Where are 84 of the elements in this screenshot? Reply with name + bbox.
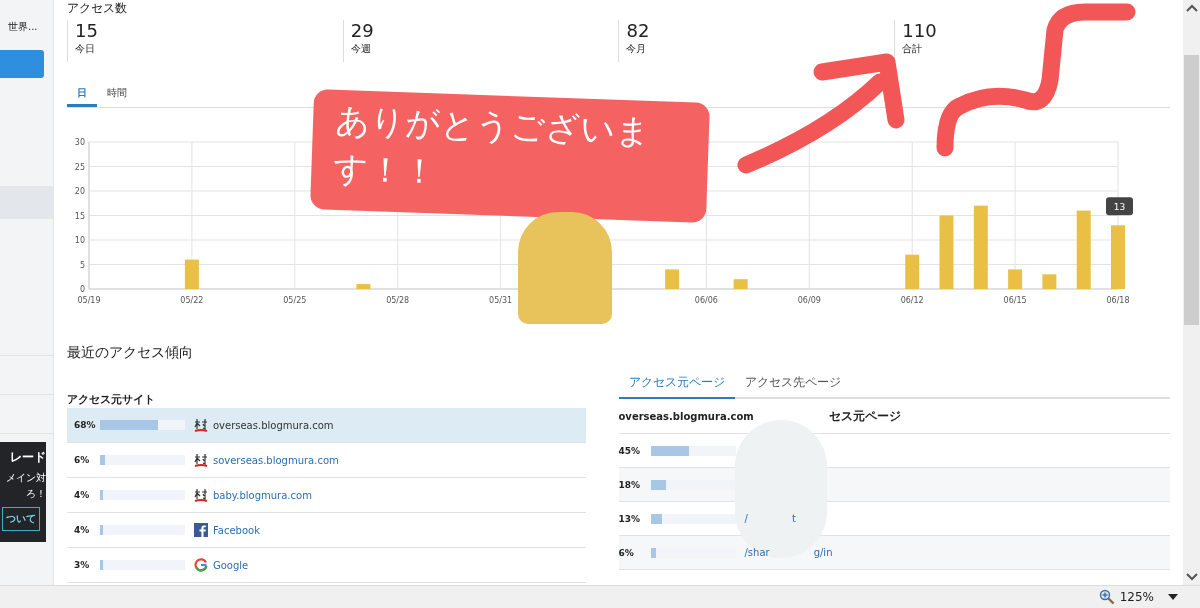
panel-title: セス元ページ xyxy=(828,407,901,425)
stat-value: 82 xyxy=(626,20,651,42)
scrollbar[interactable] xyxy=(1183,0,1200,585)
x-tick-label: 06/15 xyxy=(1003,296,1027,305)
bar xyxy=(356,284,371,289)
share-value: 13% xyxy=(618,513,642,524)
bubble-text: ありがとうございます！！ xyxy=(332,98,652,194)
x-tick-label: 06/12 xyxy=(900,296,924,305)
village-logo-icon xyxy=(193,487,208,503)
page-link[interactable]: /shar xyxy=(744,547,770,558)
y-tick-label: 20 xyxy=(74,187,85,196)
site-link[interactable]: Google xyxy=(212,559,249,571)
stat-value: 15 xyxy=(74,20,99,42)
y-tick-label: 30 xyxy=(74,138,85,147)
share-value: 6% xyxy=(73,455,91,465)
google-icon xyxy=(193,558,208,572)
page-tab[interactable]: アクセス先ページ xyxy=(734,370,851,397)
page-tab[interactable]: アクセス元ページ xyxy=(618,370,735,399)
site-link[interactable]: Facebook xyxy=(212,524,260,536)
bar xyxy=(1008,269,1023,289)
site-row[interactable]: 4% Facebook xyxy=(66,513,586,548)
panel-title: アクセス元サイト xyxy=(66,392,156,408)
x-tick-label: 05/31 xyxy=(489,296,513,305)
x-tick-label: 05/28 xyxy=(386,296,410,305)
stat-value: 110 xyxy=(902,20,938,42)
page-link[interactable]: / xyxy=(744,513,748,524)
share-value: 45% xyxy=(618,445,642,456)
stat-label: 今月 xyxy=(626,42,648,56)
page-link[interactable]: g/in xyxy=(813,547,833,558)
site-row[interactable]: 3% Google xyxy=(66,548,586,583)
share-value: 4% xyxy=(73,525,91,535)
stat-label: 今日 xyxy=(74,42,96,56)
promo-button[interactable]: ついて xyxy=(2,507,40,531)
x-tick-label: 05/22 xyxy=(180,296,204,305)
share-value: 18% xyxy=(618,479,642,490)
stat-value: 29 xyxy=(350,20,375,42)
share-value: 68% xyxy=(73,420,97,430)
site-row[interactable]: 6% soverseas.blogmura.com xyxy=(66,443,586,478)
promo-text: メイン対 xyxy=(6,471,46,485)
promo-text: ろ！ xyxy=(26,487,46,501)
share-value: 4% xyxy=(73,490,91,500)
section-title: 最近のアクセス傾向 xyxy=(66,344,194,362)
sidebar-item[interactable]: 世界... xyxy=(8,20,53,34)
period-tab[interactable]: 時間 xyxy=(96,83,137,107)
facebook-icon xyxy=(193,523,208,537)
bar xyxy=(184,259,199,289)
y-tick-label: 15 xyxy=(74,211,85,221)
y-tick-label: 5 xyxy=(79,260,85,270)
x-tick-label: 05/25 xyxy=(283,296,307,305)
stat-label: 今週 xyxy=(350,42,372,56)
y-tick-label: 10 xyxy=(74,236,85,245)
stat-label: 合計 xyxy=(902,42,924,56)
scroll-up-icon[interactable] xyxy=(1185,4,1198,12)
zoom-icon[interactable] xyxy=(1098,589,1115,605)
site-row[interactable]: 4% baby.blogmura.com xyxy=(66,478,586,513)
scroll-down-icon[interactable] xyxy=(1185,573,1198,581)
caret-icon[interactable] xyxy=(1168,594,1178,600)
bar xyxy=(905,254,920,289)
x-tick-label: 06/09 xyxy=(797,296,821,305)
share-value: 6% xyxy=(618,547,635,558)
panel-title: overseas.blogmura.com xyxy=(618,410,755,422)
share-value: 3% xyxy=(73,560,91,570)
x-tick-label: 06/18 xyxy=(1106,296,1130,305)
bar xyxy=(1042,274,1057,289)
period-tab[interactable]: 日 xyxy=(66,83,97,107)
scroll-thumb[interactable] xyxy=(1184,55,1199,325)
bar xyxy=(733,279,748,289)
site-link[interactable]: soverseas.blogmura.com xyxy=(212,454,339,466)
y-tick-label: 25 xyxy=(74,162,85,172)
tooltip: 13 xyxy=(1105,197,1133,216)
x-tick-label: 05/19 xyxy=(77,296,101,305)
bar xyxy=(665,269,680,289)
village-logo-icon xyxy=(193,417,208,433)
page-link[interactable]: t xyxy=(791,513,796,524)
y-tick-label: 0 xyxy=(79,285,85,294)
section-title: アクセス数 xyxy=(66,1,128,15)
site-link[interactable]: overseas.blogmura.com xyxy=(212,419,334,431)
bar xyxy=(1110,225,1125,289)
site-link[interactable]: baby.blogmura.com xyxy=(212,489,312,501)
zoom-level[interactable]: 125% xyxy=(1119,590,1154,604)
x-tick-label: 06/06 xyxy=(694,296,718,305)
village-logo-icon xyxy=(193,452,208,468)
site-row[interactable]: 68% overseas.blogmura.com xyxy=(66,408,586,443)
promo-title: レード xyxy=(10,450,46,465)
